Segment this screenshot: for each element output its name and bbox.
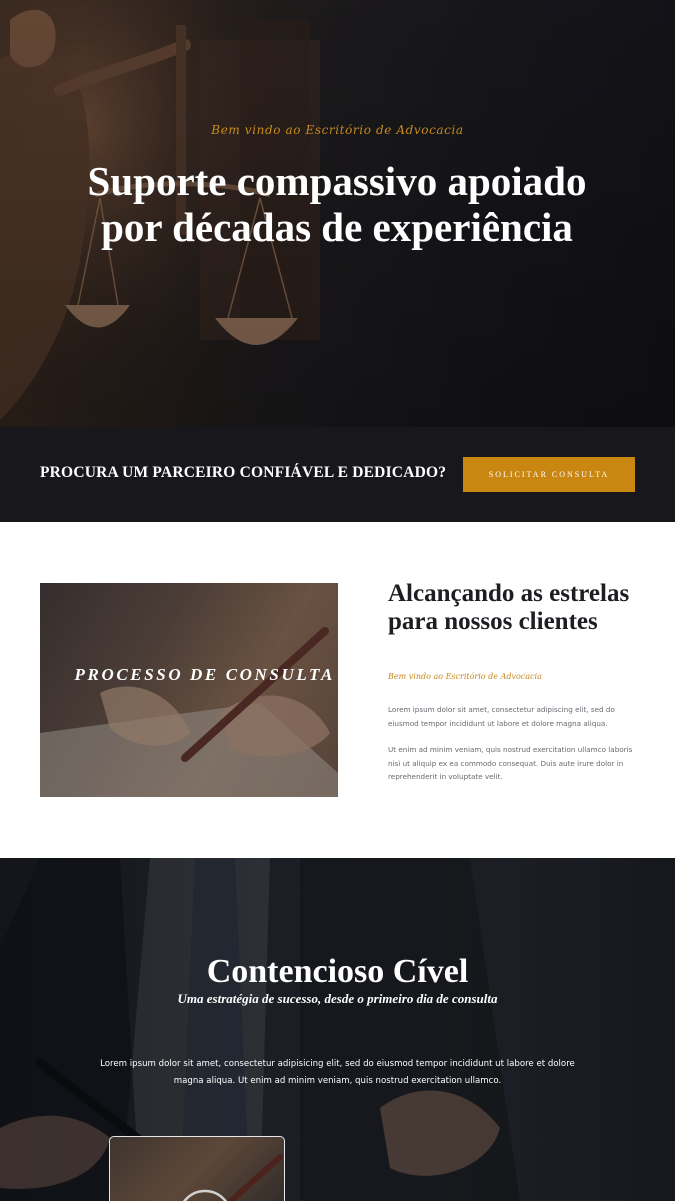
cta-text: PROCURA UM PARCEIRO CONFIÁVEL E DEDICADO… [40, 464, 447, 481]
civil-litigation-section: Contencioso Cível Uma estratégia de suce… [0, 858, 675, 1201]
hero-kicker: Bem vindo ao Escritório de Advocacia [211, 123, 464, 137]
service-card-image[interactable] [109, 1136, 285, 1201]
service-title: Contencioso Cível [206, 953, 469, 990]
hero-section: Bem vindo ao Escritório de Advocacia Sup… [0, 0, 675, 427]
about-paragraph: Ut enim ad minim veniam, quis nostrud ex… [388, 745, 633, 781]
consultation-image[interactable]: PROCESSO DE CONSULTA [40, 583, 338, 797]
about-title: Alcançando as estrelas para nossos clien… [388, 580, 630, 635]
consultation-image-caption: PROCESSO DE CONSULTA [74, 665, 335, 684]
service-subtitle: Uma estratégia de sucesso, desde o prime… [177, 991, 498, 1006]
card-photo [110, 1137, 284, 1201]
lawyer-background-image [0, 858, 675, 1201]
hero-title: Suporte compassivo apoiado por décadas d… [87, 158, 587, 250]
service-text: Lorem ipsum dolor sit amet, consectetur … [100, 1059, 575, 1086]
cta-band: PROCURA UM PARCEIRO CONFIÁVEL E DEDICADO… [0, 427, 675, 522]
about-section: PROCESSO DE CONSULTA Alcançando as estre… [0, 522, 675, 858]
about-paragraph: Lorem ipsum dolor sit amet, consectetur … [388, 705, 615, 728]
signing-document-illustration [40, 583, 338, 797]
request-consultation-button[interactable]: SOLICITAR CONSULTA [463, 457, 635, 492]
about-kicker: Bem vindo ao Escritório de Advocacia [388, 672, 542, 681]
